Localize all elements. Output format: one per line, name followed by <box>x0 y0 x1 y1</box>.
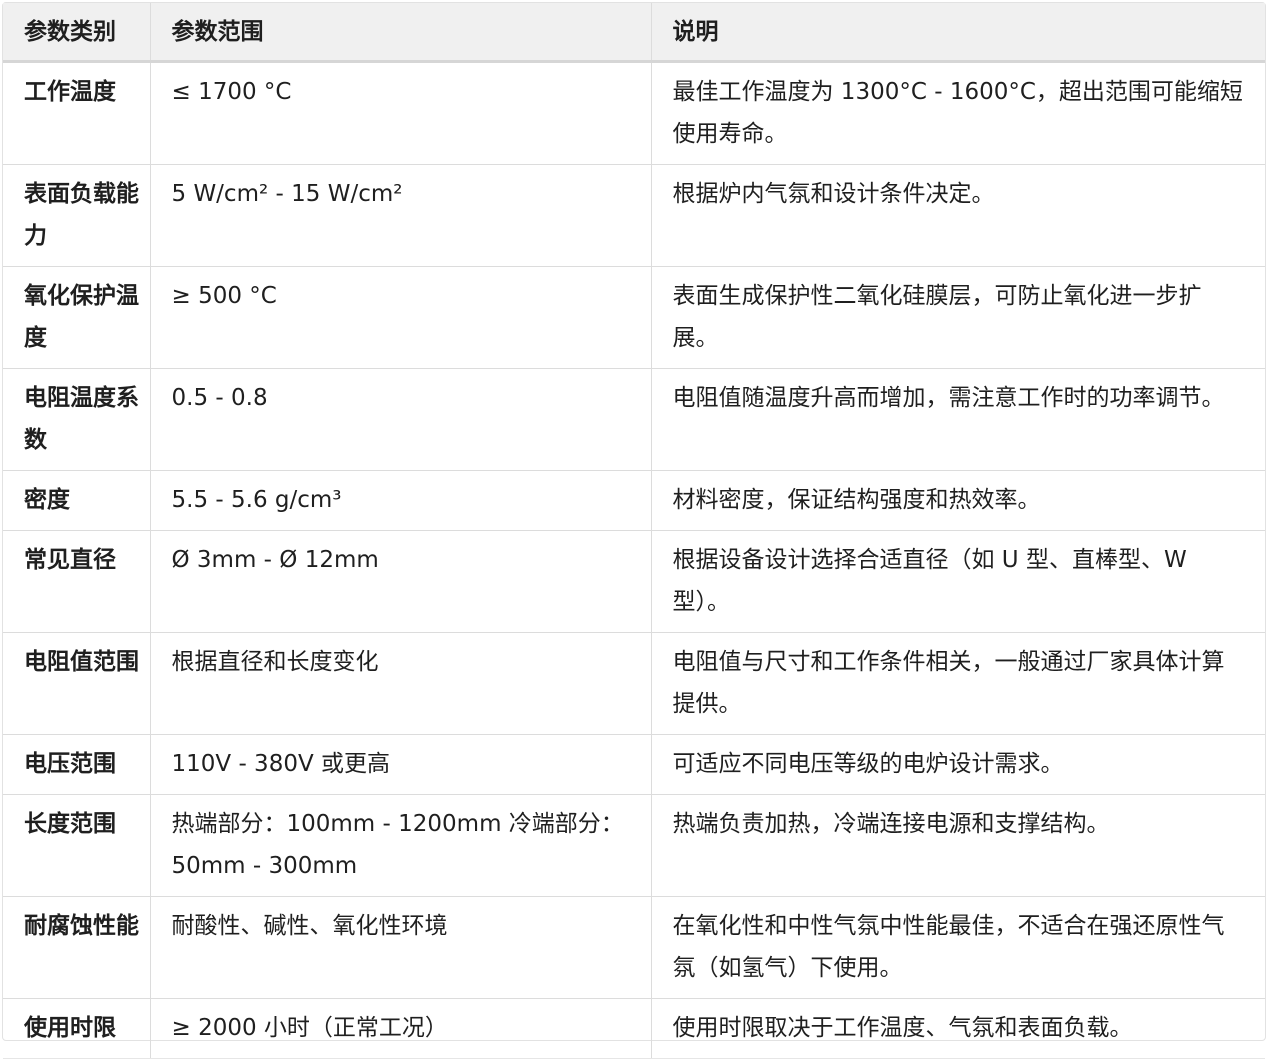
cell-category: 表面负载能力 <box>3 164 151 267</box>
cell-range: 110V - 380V 或更高 <box>150 734 652 795</box>
table-row: 电阻值范围 根据直径和长度变化 电阻值与尺寸和工作条件相关，一般通过厂家具体计算… <box>3 632 1265 735</box>
table-row: 表面负载能力 5 W/cm² - 15 W/cm² 根据炉内气氛和设计条件决定。 <box>3 164 1265 267</box>
cell-range: ≥ 2000 小时（正常工况） <box>150 998 652 1059</box>
parameter-table: 参数类别 参数范围 说明 工作温度 ≤ 1700 °C 最佳工作温度为 1300… <box>3 3 1265 1059</box>
table-row: 长度范围 热端部分：100mm - 1200mm 冷端部分：50mm - 300… <box>3 794 1265 897</box>
cell-description: 电阻值与尺寸和工作条件相关，一般通过厂家具体计算提供。 <box>651 632 1265 735</box>
header-description: 说明 <box>651 3 1265 63</box>
cell-description: 可适应不同电压等级的电炉设计需求。 <box>651 734 1265 795</box>
cell-category: 常见直径 <box>3 530 151 633</box>
cell-category: 氧化保护温度 <box>3 266 151 369</box>
cell-category: 长度范围 <box>3 794 151 897</box>
table-row: 电压范围 110V - 380V 或更高 可适应不同电压等级的电炉设计需求。 <box>3 734 1265 795</box>
cell-description: 最佳工作温度为 1300°C - 1600°C，超出范围可能缩短使用寿命。 <box>651 61 1265 165</box>
cell-description: 根据设备设计选择合适直径（如 U 型、直棒型、W 型）。 <box>651 530 1265 633</box>
cell-category: 使用时限 <box>3 998 151 1059</box>
table-row: 氧化保护温度 ≥ 500 °C 表面生成保护性二氧化硅膜层，可防止氧化进一步扩展… <box>3 266 1265 369</box>
table-row: 电阻温度系数 0.5 - 0.8 电阻值随温度升高而增加，需注意工作时的功率调节… <box>3 368 1265 471</box>
cell-range: 根据直径和长度变化 <box>150 632 652 735</box>
cell-range: 热端部分：100mm - 1200mm 冷端部分：50mm - 300mm <box>150 794 652 897</box>
table-row: 使用时限 ≥ 2000 小时（正常工况） 使用时限取决于工作温度、气氛和表面负载… <box>3 998 1265 1059</box>
cell-description: 材料密度，保证结构强度和热效率。 <box>651 470 1265 531</box>
header-category: 参数类别 <box>3 3 151 63</box>
cell-range: ≥ 500 °C <box>150 266 652 369</box>
cell-range: ≤ 1700 °C <box>150 61 652 165</box>
cell-description: 根据炉内气氛和设计条件决定。 <box>651 164 1265 267</box>
cell-range: 耐酸性、碱性、氧化性环境 <box>150 896 652 999</box>
cell-range: 5.5 - 5.6 g/cm³ <box>150 470 652 531</box>
table-header-row: 参数类别 参数范围 说明 <box>3 3 1265 63</box>
table-row: 工作温度 ≤ 1700 °C 最佳工作温度为 1300°C - 1600°C，超… <box>3 61 1265 165</box>
cell-description: 在氧化性和中性气氛中性能最佳，不适合在强还原性气氛（如氢气）下使用。 <box>651 896 1265 999</box>
header-range: 参数范围 <box>150 3 652 63</box>
cell-category: 电阻值范围 <box>3 632 151 735</box>
table-row: 耐腐蚀性能 耐酸性、碱性、氧化性环境 在氧化性和中性气氛中性能最佳，不适合在强还… <box>3 896 1265 999</box>
cell-category: 耐腐蚀性能 <box>3 896 151 999</box>
cell-description: 电阻值随温度升高而增加，需注意工作时的功率调节。 <box>651 368 1265 471</box>
cell-range: 0.5 - 0.8 <box>150 368 652 471</box>
cell-range: Ø 3mm - Ø 12mm <box>150 530 652 633</box>
cell-category: 密度 <box>3 470 151 531</box>
cell-category: 工作温度 <box>3 61 151 165</box>
table-row: 密度 5.5 - 5.6 g/cm³ 材料密度，保证结构强度和热效率。 <box>3 470 1265 531</box>
cell-range: 5 W/cm² - 15 W/cm² <box>150 164 652 267</box>
cell-description: 热端负责加热，冷端连接电源和支撑结构。 <box>651 794 1265 897</box>
cell-description: 表面生成保护性二氧化硅膜层，可防止氧化进一步扩展。 <box>651 266 1265 369</box>
cell-category: 电压范围 <box>3 734 151 795</box>
cell-description: 使用时限取决于工作温度、气氛和表面负载。 <box>651 998 1265 1059</box>
cell-category: 电阻温度系数 <box>3 368 151 471</box>
table-row: 常见直径 Ø 3mm - Ø 12mm 根据设备设计选择合适直径（如 U 型、直… <box>3 530 1265 633</box>
